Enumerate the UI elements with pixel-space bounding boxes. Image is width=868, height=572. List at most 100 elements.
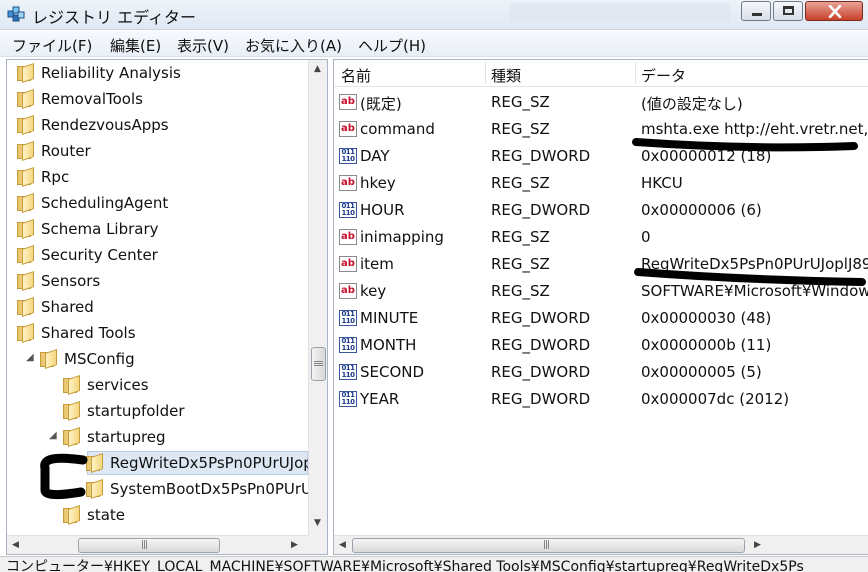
value-row[interactable]: ab (既定) REG_SZ (値の設定なし) — [334, 89, 868, 116]
expand-arrow-icon[interactable]: ◢ — [49, 430, 57, 441]
string-value-icon: ab — [339, 283, 357, 299]
value-name: MINUTE — [360, 309, 419, 327]
column-divider[interactable] — [635, 62, 636, 84]
tree-node[interactable]: Schema Library — [7, 217, 307, 241]
key-tree-pane[interactable]: Reliability Analysis RemovalTools Rendezvo… — [6, 59, 328, 555]
tree-node[interactable]: RendezvousApps — [7, 113, 307, 137]
tree-node[interactable]: RegWriteDx5PsPn0PUrUJopl — [7, 451, 317, 475]
tree-horizontal-scrollbar[interactable]: ◀ ||| ▶ — [7, 535, 308, 554]
tree-node[interactable]: state — [7, 503, 307, 527]
value-name: SECOND — [360, 363, 425, 381]
value-row[interactable]: ab key REG_SZ SOFTWARE¥Microsoft¥Window — [334, 278, 868, 305]
value-row[interactable]: 011 110 HOUR REG_DWORD 0x00000006 (6) — [334, 197, 868, 224]
value-row[interactable]: 011 110 MINUTE REG_DWORD 0x00000030 (48) — [334, 305, 868, 332]
value-row[interactable]: 011 110 DAY REG_DWORD 0x00000012 (18) — [334, 143, 868, 170]
folder-icon — [86, 479, 104, 499]
grip-icon: ||| — [141, 540, 148, 550]
value-row[interactable]: ab command REG_SZ mshta.exe http://eht.vret… — [334, 116, 868, 143]
tree-node[interactable]: SchedulingAgent — [7, 191, 307, 215]
value-row[interactable]: 011 110 SECOND REG_DWORD 0x00000005 (5) — [334, 359, 868, 386]
list-horizontal-scrollbar[interactable]: ◀ ||| ▶ — [334, 535, 868, 554]
tree-node[interactable]: services — [7, 373, 307, 397]
value-type: REG_SZ — [491, 120, 550, 138]
tree-node[interactable]: startupfolder — [7, 399, 307, 423]
value-data: RegWriteDx5PsPn0PUrUJoplJ89 — [641, 255, 868, 273]
tree-node[interactable]: ◢ MSConfig — [7, 347, 307, 371]
string-value-icon: ab — [339, 121, 357, 137]
value-data: HKCU — [641, 174, 683, 192]
menu-file[interactable]: ファイル(F) — [12, 35, 92, 56]
value-data: 0x000007dc (2012) — [641, 390, 790, 408]
scroll-left-icon[interactable]: ◀ — [339, 540, 346, 550]
tree-node[interactable]: Rpc — [7, 165, 307, 189]
tree-node-label: Reliability Analysis — [41, 64, 181, 82]
value-name: YEAR — [360, 390, 400, 408]
tree-node-label: Schema Library — [41, 220, 159, 238]
maximize-button[interactable] — [773, 1, 803, 21]
value-name: hkey — [360, 174, 396, 192]
value-row[interactable]: ab hkey REG_SZ HKCU — [334, 170, 868, 197]
close-button[interactable] — [805, 1, 863, 21]
tree-node-label: RemovalTools — [41, 90, 143, 108]
folder-icon — [17, 115, 35, 135]
tree-node[interactable]: Shared Tools — [7, 321, 307, 345]
status-path: コンピューター¥HKEY_LOCAL_MACHINE¥SOFTWARE¥Micr… — [6, 559, 804, 572]
scroll-right-icon[interactable]: ▶ — [291, 540, 298, 550]
value-row[interactable]: ab item REG_SZ RegWriteDx5PsPn0PUrUJoplJ89 — [334, 251, 868, 278]
menu-edit[interactable]: 編集(E) — [110, 35, 161, 56]
value-data: 0x00000005 (5) — [641, 363, 762, 381]
value-type: REG_DWORD — [491, 390, 591, 408]
tree-node-label: RegWriteDx5PsPn0PUrUJopl — [110, 454, 317, 472]
binary-value-icon: 011 110 — [339, 391, 357, 407]
tree-horizontal-scroll-thumb[interactable]: ||| — [78, 538, 220, 553]
tree-node[interactable]: ◢ startupreg — [7, 425, 307, 449]
tree-node[interactable]: RemovalTools — [7, 87, 307, 111]
value-name: DAY — [360, 147, 390, 165]
tree-node-label: startupreg — [87, 428, 166, 446]
tree-vertical-scrollbar[interactable]: ▲ ||| ▼ — [308, 60, 327, 535]
scroll-left-icon[interactable]: ◀ — [12, 540, 19, 550]
values-list-pane[interactable]: 名前 種類 データ ab (既定) REG_SZ (値の設定なし) ab command R… — [333, 59, 868, 555]
menu-view[interactable]: 表示(V) — [177, 35, 229, 56]
value-type: REG_SZ — [491, 93, 550, 111]
value-type: REG_DWORD — [491, 309, 591, 327]
value-data: SOFTWARE¥Microsoft¥Window — [641, 282, 868, 300]
window-title: レジストリ エディター — [32, 8, 196, 27]
menu-help[interactable]: ヘルプ(H) — [358, 35, 426, 56]
column-divider[interactable] — [485, 62, 486, 84]
scroll-down-icon[interactable]: ▼ — [314, 518, 321, 528]
tree-node-label: Sensors — [41, 272, 101, 290]
folder-icon — [17, 323, 35, 343]
scroll-right-icon[interactable]: ▶ — [754, 540, 761, 550]
minimize-button[interactable] — [741, 1, 771, 21]
value-type: REG_DWORD — [491, 363, 591, 381]
value-name: item — [360, 255, 394, 273]
tree-node[interactable]: Reliability Analysis — [7, 61, 307, 85]
list-horizontal-scroll-thumb[interactable]: ||| — [352, 538, 745, 553]
tree-node[interactable]: Router — [7, 139, 307, 163]
value-row[interactable]: 011 110 MONTH REG_DWORD 0x0000000b (11) — [334, 332, 868, 359]
tree-node[interactable]: Sensors — [7, 269, 307, 293]
menu-favorites[interactable]: お気に入り(A) — [245, 35, 342, 56]
binary-value-icon: 011 110 — [339, 148, 357, 164]
value-type: REG_DWORD — [491, 147, 591, 165]
folder-icon — [40, 349, 58, 369]
tree-node[interactable]: Shared — [7, 295, 307, 319]
value-data: 0 — [641, 228, 651, 246]
column-header-data[interactable]: データ — [641, 65, 686, 86]
tree-vertical-scroll-thumb[interactable]: ||| — [311, 347, 326, 381]
expand-arrow-icon[interactable]: ◢ — [26, 352, 34, 363]
minimize-icon — [752, 13, 762, 16]
column-header-name[interactable]: 名前 — [341, 65, 371, 86]
tree-node[interactable]: Security Center — [7, 243, 307, 267]
string-value-icon: ab — [339, 175, 357, 191]
tree-node-label: Shared Tools — [41, 324, 136, 342]
scroll-up-icon[interactable]: ▲ — [314, 64, 321, 74]
title-bar: レジストリ エディター — [0, 0, 868, 30]
tree-node[interactable]: SystemBootDx5PsPn0PUrU — [7, 477, 312, 501]
string-value-icon: ab — [339, 94, 357, 110]
value-row[interactable]: ab inimapping REG_SZ 0 — [334, 224, 868, 251]
column-header-type[interactable]: 種類 — [491, 65, 521, 86]
binary-value-icon: 011 110 — [339, 337, 357, 353]
value-row[interactable]: 011 110 YEAR REG_DWORD 0x000007dc (2012) — [334, 386, 868, 413]
